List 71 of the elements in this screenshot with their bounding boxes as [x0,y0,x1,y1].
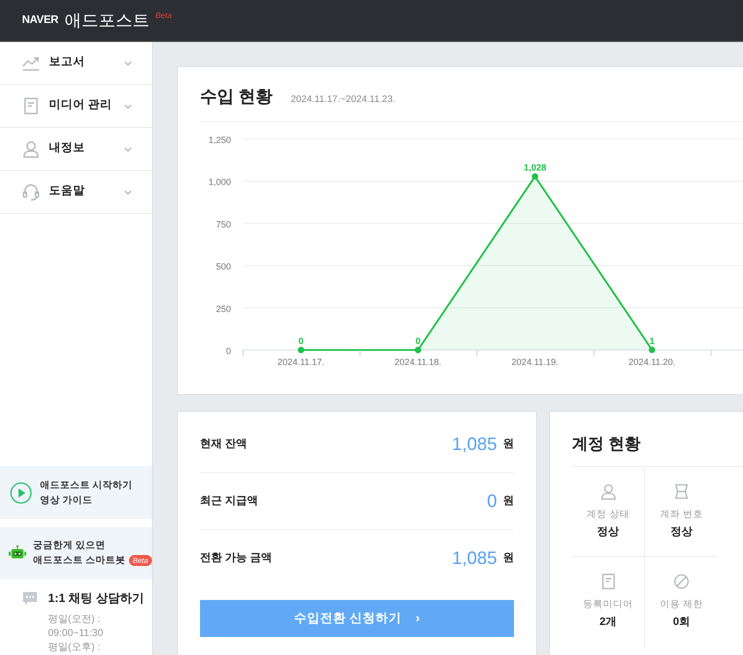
balance-amount: 1,085 [452,547,497,570]
currency-unit: 원 [503,494,514,509]
status-label: 계좌 번호 [660,508,703,522]
status-label: 계정 상태 [586,508,630,522]
y-axis-label: 1,000 [208,177,231,188]
y-axis-label: 750 [216,219,231,230]
forbidden-icon [673,573,690,590]
card-title: 계정 현황 [572,435,640,455]
x-axis-label: 2024.11.19. [512,357,558,367]
y-axis-label: 500 [216,262,231,272]
chat-bubble-icon [22,590,38,606]
chat-title[interactable]: 1:1 채팅 상담하기 [48,589,144,607]
chevron-down-icon [124,60,132,66]
status-value: 2개 [599,615,617,630]
chevron-down-icon [124,146,132,152]
sidebar-label: 내정보 [49,141,86,156]
status-label: 등록미디어 [583,598,633,612]
chatbot-text: 궁금한게 있으면 [32,539,107,553]
sidebar-label: 보고서 [49,55,86,70]
data-point [532,173,538,180]
balance-amount: 0 [486,490,497,512]
status-label: 이용 제한 [660,598,703,612]
guide-text: 애드포스트 시작하기 [40,478,133,492]
chat-hours-text: 평일(오후) : [48,641,102,655]
headset-icon [22,183,40,201]
status-value: 정상 [670,524,692,540]
brand-logo[interactable]: NAVER [22,12,58,29]
x-axis-label: 2024.11.18. [394,357,442,367]
document-icon [22,97,40,115]
y-axis-label: 0 [226,346,231,356]
guide-text: 영상 가이드 [40,494,94,508]
chat-hours-text: 평일(오전) : [48,613,102,627]
chevron-down-icon [124,190,132,194]
x-axis-label: 2024.11.17. [278,357,324,367]
status-value: 정상 [597,524,619,540]
data-point [414,346,422,354]
sidebar-item[interactable]: 내정보 [0,128,152,171]
sidebar-label: 도움말 [49,184,86,200]
y-axis-label: 1,250 [208,135,231,145]
video-guide-banner[interactable]: 애드포스트 시작하기 영상 가이드 [0,466,152,519]
date-range: 2024.11.17.~2024.11.23. [290,92,396,107]
data-label: 1,028 [524,162,546,172]
document-icon [600,573,616,590]
sidebar-item[interactable]: 보고서 [0,42,152,85]
person-icon [600,482,616,500]
balance-amount: 1,085 [452,432,497,456]
currency-unit: 원 [503,551,514,566]
currency-unit: 원 [503,436,514,452]
person-icon [22,140,40,158]
chevron-down-icon [124,104,132,108]
beta-label: Beta [155,10,172,22]
data-label: 0 [298,336,304,346]
sidebar-label: 미디어 관리 [49,98,114,114]
y-axis-label: 250 [216,304,231,314]
chatbot-text: 애드포스트 스마트봇 [32,554,126,568]
balance-label: 최근 지급액 [200,494,260,509]
card-icon [673,482,690,500]
data-label: 1 [650,336,654,346]
play-icon [10,482,32,504]
balance-label: 현재 잔액 [200,436,248,452]
service-title[interactable]: 애드포스트 [64,8,150,34]
data-point [648,346,656,354]
chat-hours-text: 09:00~11:30 [48,627,104,641]
data-label: 0 [416,336,420,346]
balance-label: 전환 가능 금액 [200,551,274,566]
card-title: 수입 현황 [200,86,273,108]
data-point [298,346,304,354]
x-axis-label: 2024.11.20. [628,357,676,367]
status-value: 0회 [672,615,690,630]
sidebar-item[interactable]: 미디어 관리 [0,85,152,128]
sidebar-item[interactable]: 도움말 [0,171,152,214]
